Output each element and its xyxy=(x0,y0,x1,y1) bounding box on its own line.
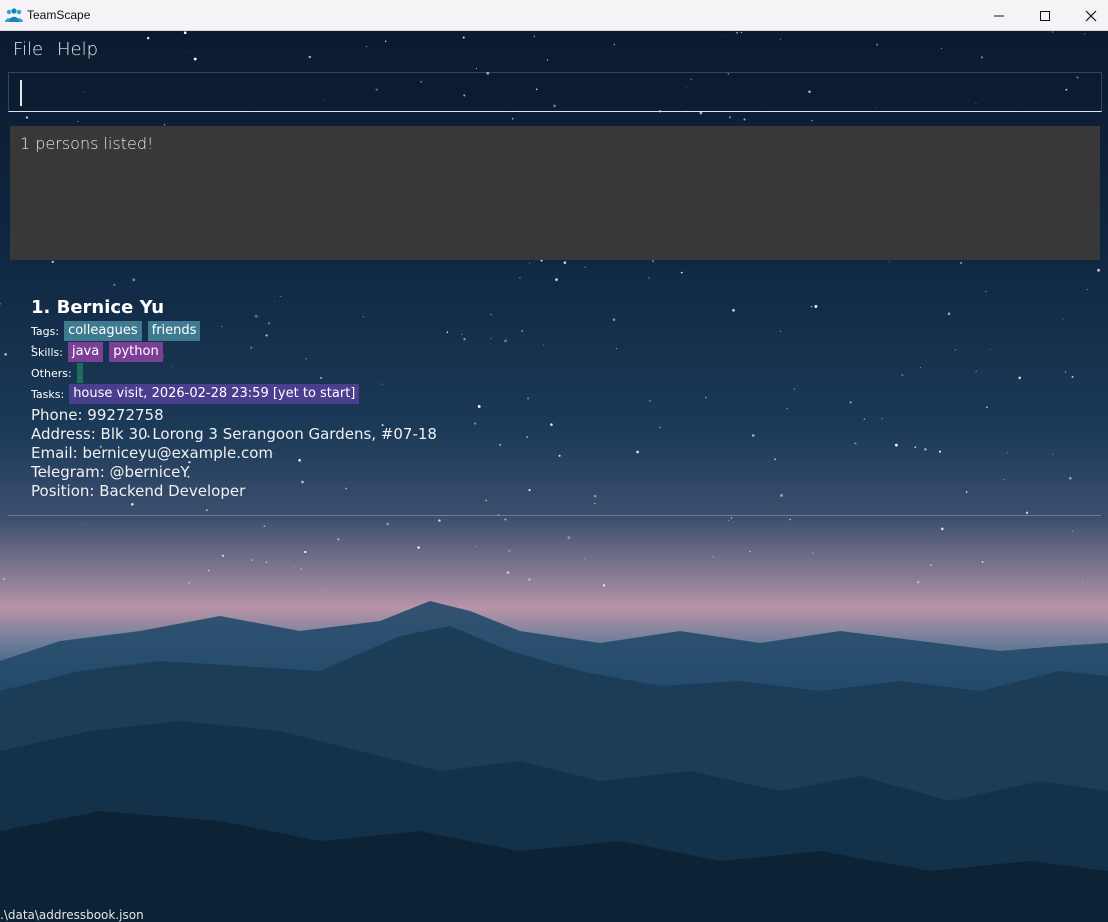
others-label: Others: xyxy=(31,366,72,380)
email-text: Email: berniceyu@example.com xyxy=(31,444,273,462)
telegram-text: Telegram: @berniceY xyxy=(31,463,190,481)
tags-row: Tags: colleagues friends xyxy=(31,321,206,341)
result-text: 1 persons listed! xyxy=(20,134,154,153)
title-bar: TeamScape xyxy=(0,0,1108,31)
close-icon xyxy=(1085,10,1097,21)
others-empty-chip xyxy=(76,363,83,383)
skill-chip: python xyxy=(109,342,163,362)
skills-label: Skills: xyxy=(31,345,63,359)
menu-help[interactable]: Help xyxy=(57,39,98,60)
app-icon xyxy=(5,8,23,22)
address-text: Address: Blk 30 Lorong 3 Serangoon Garde… xyxy=(31,425,437,443)
tags-label: Tags: xyxy=(31,324,60,338)
tag-chip: colleagues xyxy=(64,321,142,341)
tasks-row: Tasks: house visit, 2026-02-28 23:59 [ye… xyxy=(31,384,365,404)
window-title: TeamScape xyxy=(27,8,91,22)
close-button[interactable] xyxy=(1068,0,1108,31)
phone-text: Phone: 99272758 xyxy=(31,406,164,424)
status-bar-path: .\data\addressbook.json xyxy=(0,908,144,922)
maximize-button[interactable] xyxy=(1022,0,1068,31)
tag-chip: friends xyxy=(147,321,201,341)
others-row: Others: xyxy=(31,363,83,383)
text-caret xyxy=(20,80,22,106)
minimize-button[interactable] xyxy=(976,0,1022,31)
result-display: 1 persons listed! xyxy=(10,126,1100,260)
person-name: 1. Bernice Yu xyxy=(31,297,165,318)
minimize-icon xyxy=(994,15,1004,16)
maximize-icon xyxy=(1040,10,1050,21)
person-card[interactable]: 1. Bernice Yu Tags: colleagues friends S… xyxy=(8,287,1101,516)
menu-file[interactable]: File xyxy=(13,39,43,60)
position-text: Position: Backend Developer xyxy=(31,482,246,500)
command-input[interactable] xyxy=(8,72,1102,112)
task-chip: house visit, 2026-02-28 23:59 [yet to st… xyxy=(69,384,360,404)
tasks-label: Tasks: xyxy=(31,387,65,401)
skill-chip: java xyxy=(67,342,104,362)
skills-row: Skills: java python xyxy=(31,342,169,362)
